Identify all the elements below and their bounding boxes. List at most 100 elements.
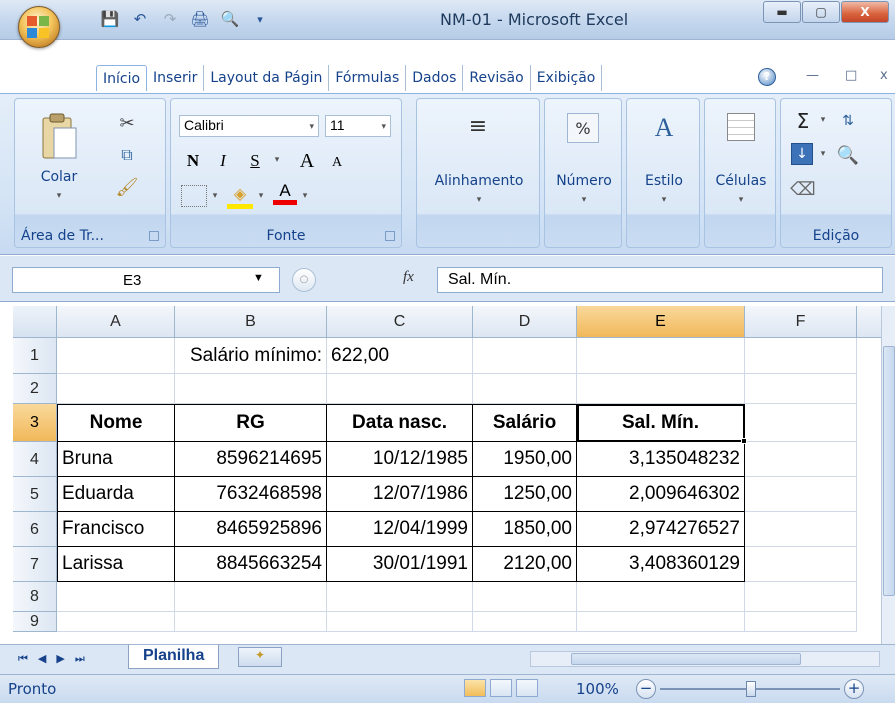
ribbon-close-icon[interactable]: x xyxy=(880,68,888,83)
close-button[interactable]: X xyxy=(841,1,889,23)
font-size-field[interactable]: 11 ▾ xyxy=(325,115,391,137)
next-sheet-icon[interactable]: ▶ xyxy=(56,652,64,666)
autosum-icon[interactable]: Σ xyxy=(791,109,815,133)
cell-f5[interactable] xyxy=(745,477,857,512)
shrink-font-button[interactable]: A xyxy=(325,151,349,175)
column-header-b[interactable]: B xyxy=(175,306,327,338)
cell-b6[interactable]: 8465925896 xyxy=(175,512,327,547)
cell-a2[interactable] xyxy=(57,374,175,404)
cell-d7[interactable]: 2120,00 xyxy=(473,547,577,582)
group-number[interactable]: % Número ▾ xyxy=(544,98,622,248)
cell-c2[interactable] xyxy=(327,374,473,404)
vertical-scrollbar[interactable] xyxy=(881,306,895,644)
print-preview-icon[interactable]: 🔍 xyxy=(220,9,240,29)
maximize-button[interactable]: ▢ xyxy=(802,1,840,23)
cell-e6[interactable]: 2,974276527 xyxy=(577,512,745,547)
cell-c9[interactable] xyxy=(327,612,473,632)
column-header-partial[interactable] xyxy=(857,306,881,338)
cell-f8[interactable] xyxy=(745,582,857,612)
tab-inserir[interactable]: Inserir xyxy=(147,65,205,91)
font-size-dropdown-icon[interactable]: ▾ xyxy=(381,121,386,132)
cell-a1[interactable] xyxy=(57,338,175,374)
cell-c6[interactable]: 12/04/1999 xyxy=(327,512,473,547)
cell-b4[interactable]: 8596214695 xyxy=(175,442,327,477)
cell-d3[interactable]: Salário xyxy=(473,404,577,442)
zoom-out-icon[interactable]: − xyxy=(636,679,656,699)
cell-f4[interactable] xyxy=(745,442,857,477)
tab-layout[interactable]: Layout da Págin xyxy=(204,65,330,91)
underline-button[interactable]: S xyxy=(243,149,267,173)
tab-dados[interactable]: Dados xyxy=(406,65,464,91)
cell-b5[interactable]: 7632468598 xyxy=(175,477,327,512)
cell-e9[interactable] xyxy=(577,612,745,632)
cell-b7[interactable]: 8845663254 xyxy=(175,547,327,582)
group-cells[interactable]: Células ▾ xyxy=(704,98,776,248)
cell-b8[interactable] xyxy=(175,582,327,612)
fill-handle[interactable] xyxy=(741,438,747,444)
first-sheet-icon[interactable]: ⏮ xyxy=(18,652,28,666)
select-all-corner[interactable] xyxy=(13,306,57,338)
autosum-dropdown-icon[interactable]: ▾ xyxy=(817,115,829,125)
clipboard-launcher-icon[interactable] xyxy=(149,231,159,241)
horizontal-scroll-thumb[interactable] xyxy=(571,653,801,665)
insert-function-button[interactable]: fx xyxy=(403,269,414,286)
cell-e3[interactable]: Sal. Mín. xyxy=(577,404,745,442)
cell-f7[interactable] xyxy=(745,547,857,582)
column-header-c[interactable]: C xyxy=(327,306,473,338)
vertical-scroll-thumb[interactable] xyxy=(883,346,895,596)
column-header-a[interactable]: A xyxy=(57,306,175,338)
format-painter-icon[interactable]: 🖌 xyxy=(115,175,139,199)
insert-sheet-icon[interactable]: ✦ xyxy=(238,647,282,667)
paste-dropdown-icon[interactable]: ▾ xyxy=(49,191,69,201)
zoom-slider-thumb[interactable] xyxy=(746,681,756,697)
cell-b2[interactable] xyxy=(175,374,327,404)
cell-b3[interactable]: RG xyxy=(175,404,327,442)
font-name-field[interactable]: Calibri ▾ xyxy=(179,115,319,137)
cell-d5[interactable]: 1250,00 xyxy=(473,477,577,512)
last-sheet-icon[interactable]: ⏭ xyxy=(75,652,85,666)
cell-b1[interactable]: Salário mínimo: xyxy=(175,338,327,374)
cell-f6[interactable] xyxy=(745,512,857,547)
fill-color-dropdown-icon[interactable]: ▾ xyxy=(255,191,267,201)
undo-icon[interactable]: ↶ xyxy=(130,9,150,29)
name-box[interactable]: E3 ▼ xyxy=(12,267,280,293)
find-select-icon[interactable]: 🔍 xyxy=(835,143,861,167)
row-header-3[interactable]: 3 xyxy=(13,404,57,442)
cell-a6[interactable]: Francisco xyxy=(57,512,175,547)
tab-formulas[interactable]: Fórmulas xyxy=(329,65,407,91)
page-break-view-icon[interactable] xyxy=(516,679,538,697)
fill-dropdown-icon[interactable]: ▾ xyxy=(817,149,829,159)
group-style[interactable]: A Estilo ▾ xyxy=(626,98,700,248)
ribbon-restore-icon[interactable]: □ xyxy=(845,68,857,83)
cell-c3[interactable]: Data nasc. xyxy=(327,404,473,442)
tab-inicio[interactable]: Início xyxy=(96,65,148,91)
sort-filter-icon[interactable]: ⇅ xyxy=(835,109,861,133)
cell-d6[interactable]: 1850,00 xyxy=(473,512,577,547)
office-button[interactable] xyxy=(18,6,60,48)
help-icon[interactable]: ? xyxy=(758,68,776,86)
grow-font-button[interactable]: A xyxy=(295,149,319,173)
horizontal-scrollbar[interactable] xyxy=(530,651,880,667)
name-box-dropdown-icon[interactable]: ▼ xyxy=(253,272,264,284)
cell-a9[interactable] xyxy=(57,612,175,632)
cell-b9[interactable] xyxy=(175,612,327,632)
cell-d9[interactable] xyxy=(473,612,577,632)
cell-e8[interactable] xyxy=(577,582,745,612)
font-color-dropdown-icon[interactable]: ▾ xyxy=(299,191,311,201)
cell-d8[interactable] xyxy=(473,582,577,612)
cell-e7[interactable]: 3,408360129 xyxy=(577,547,745,582)
underline-dropdown-icon[interactable]: ▾ xyxy=(271,155,283,165)
ribbon-minimize-icon[interactable]: — xyxy=(806,68,819,83)
font-color-button[interactable]: A xyxy=(273,181,297,205)
cell-f2[interactable] xyxy=(745,374,857,404)
cell-c5[interactable]: 12/07/1986 xyxy=(327,477,473,512)
bold-button[interactable]: N xyxy=(181,149,205,173)
zoom-level[interactable]: 100% xyxy=(576,680,619,698)
cell-a8[interactable] xyxy=(57,582,175,612)
cell-f1[interactable] xyxy=(745,338,857,374)
save-icon[interactable]: 💾 xyxy=(100,9,120,29)
borders-icon[interactable] xyxy=(181,185,207,207)
cell-f3[interactable] xyxy=(745,404,857,442)
font-launcher-icon[interactable] xyxy=(385,231,395,241)
fill-icon[interactable]: ↓ xyxy=(791,143,813,165)
